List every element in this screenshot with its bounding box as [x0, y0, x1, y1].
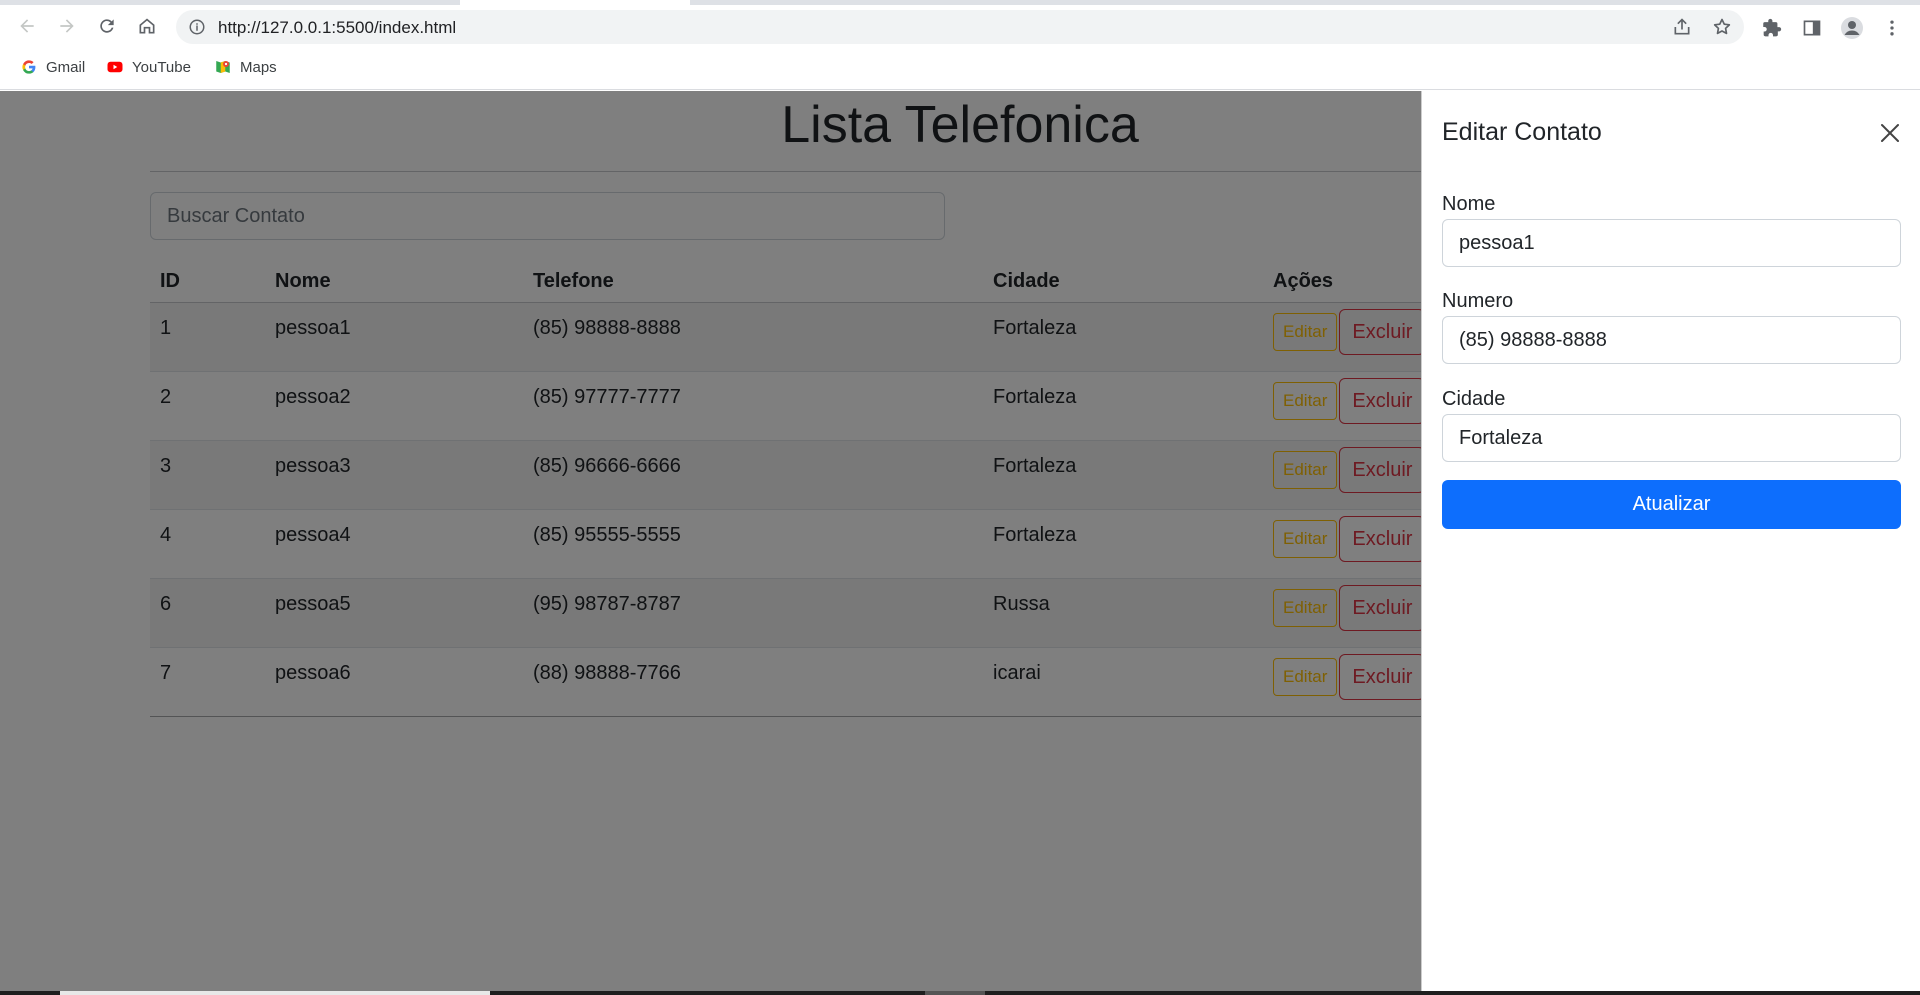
- bookmarks-bar: Gmail YouTube Maps: [0, 49, 1920, 90]
- reload-icon[interactable]: [92, 11, 122, 41]
- address-bar[interactable]: http://127.0.0.1:5500/index.html: [176, 10, 1744, 44]
- bookmark-youtube[interactable]: YouTube: [106, 57, 191, 77]
- url-text[interactable]: http://127.0.0.1:5500/index.html: [218, 18, 456, 38]
- maps-icon: [214, 58, 232, 76]
- back-icon[interactable]: [12, 11, 42, 41]
- info-icon[interactable]: [188, 18, 206, 36]
- cidade-field[interactable]: [1442, 414, 1901, 462]
- page-viewport: Lista Telefonica ID Nome Telefone Cidade…: [0, 91, 1920, 991]
- bookmark-label: YouTube: [132, 58, 191, 76]
- share-icon[interactable]: [1672, 17, 1692, 37]
- menu-dots-icon[interactable]: [1880, 16, 1904, 40]
- nome-field[interactable]: [1442, 219, 1901, 267]
- bookmark-label: Maps: [240, 58, 277, 76]
- numero-label: Numero: [1442, 290, 1514, 312]
- atualizar-button[interactable]: Atualizar: [1442, 480, 1901, 529]
- offcanvas-title: Editar Contato: [1442, 118, 1602, 146]
- taskbar-segment: [60, 991, 490, 995]
- close-icon[interactable]: [1876, 119, 1904, 147]
- bookmark-label: Gmail: [46, 58, 86, 76]
- edit-contact-offcanvas: Editar Contato Nome Numero Cidade Atuali…: [1421, 91, 1920, 991]
- cidade-label: Cidade: [1442, 388, 1506, 410]
- taskbar-segment: [925, 991, 985, 995]
- gmail-icon: [20, 58, 38, 76]
- bookmark-star-icon[interactable]: [1712, 17, 1732, 37]
- bookmark-gmail[interactable]: Gmail: [20, 57, 85, 77]
- side-panel-icon[interactable]: [1800, 16, 1824, 40]
- forward-icon[interactable]: [52, 11, 82, 41]
- youtube-icon: [106, 58, 124, 76]
- taskbar-edge: [0, 991, 1920, 995]
- browser-toolbar: http://127.0.0.1:5500/index.html: [0, 5, 1920, 49]
- home-icon[interactable]: [132, 11, 162, 41]
- extensions-icon[interactable]: [1760, 16, 1784, 40]
- bookmark-maps[interactable]: Maps: [214, 57, 277, 77]
- profile-avatar-icon[interactable]: [1840, 16, 1864, 40]
- numero-field[interactable]: [1442, 316, 1901, 364]
- nome-label: Nome: [1442, 193, 1496, 215]
